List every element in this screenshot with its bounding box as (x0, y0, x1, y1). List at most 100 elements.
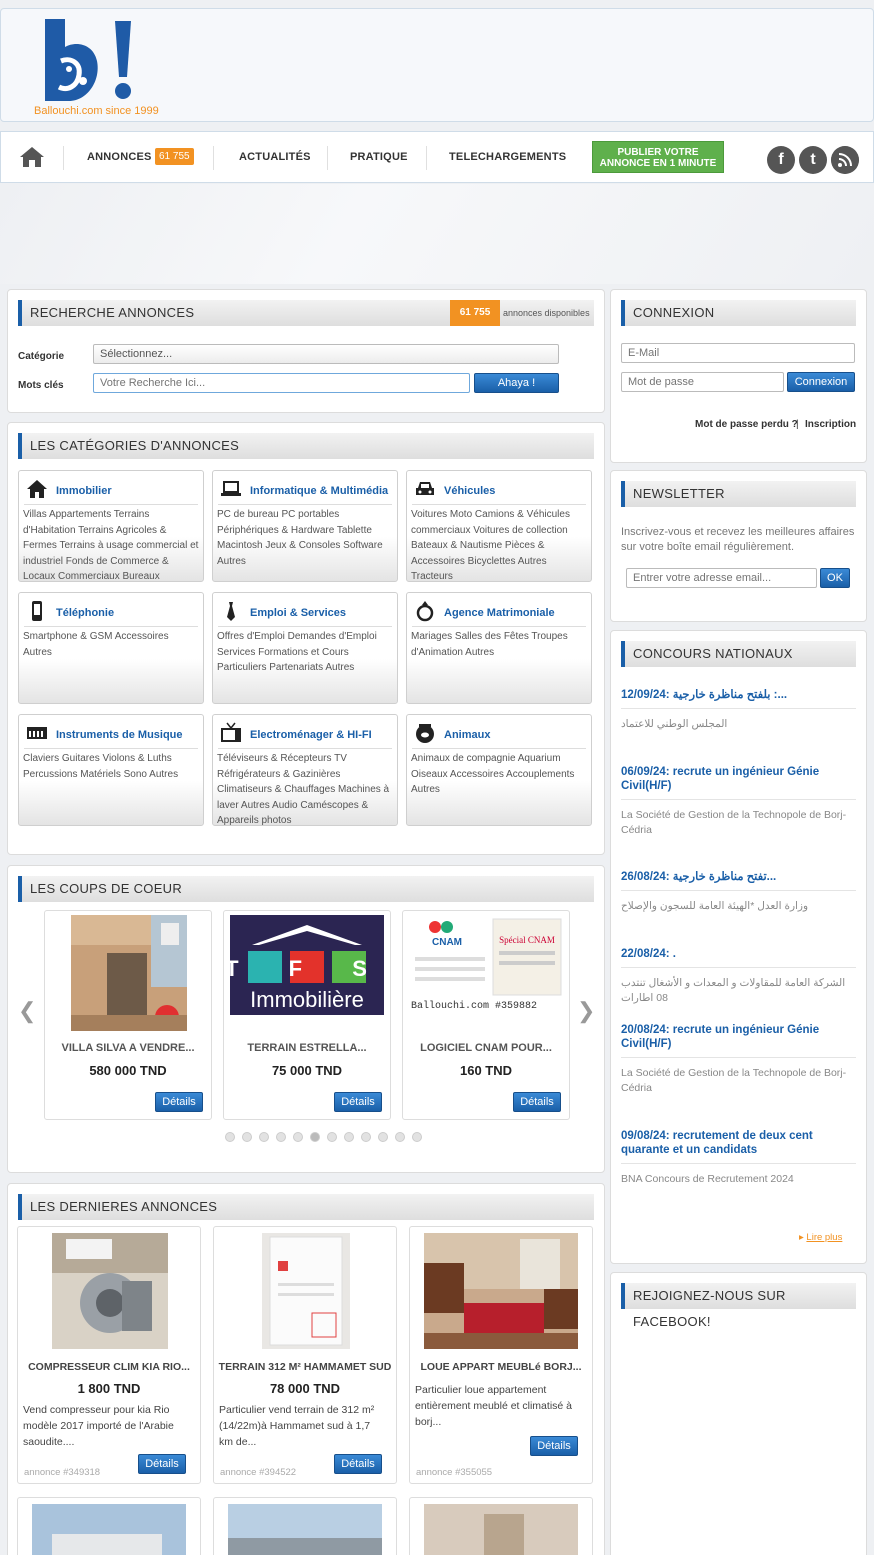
search-button[interactable]: Ahaya ! (474, 373, 559, 393)
carousel-dot[interactable] (327, 1132, 337, 1142)
facebook-icon[interactable]: f (767, 146, 795, 174)
concours-item-title[interactable]: 06/09/24: recrute un ingénieur Génie Civ… (621, 765, 856, 793)
concours-item[interactable]: 12/09/24: بلفتح مناظرة خارجية :... المجل… (621, 688, 856, 732)
cnam-software-image[interactable]: CNAM Spécial CNAM Ballouchi.com #359882 (407, 915, 565, 1015)
newsletter-ok-button[interactable]: OK (820, 568, 850, 588)
rss-icon[interactable] (831, 146, 859, 174)
concours-item-title[interactable]: 22/08/24: . (621, 947, 856, 961)
category-card-emploi[interactable]: Emploi & Services Offres d'Emploi Demand… (212, 592, 398, 704)
keywords-input[interactable] (93, 373, 470, 393)
newsletter-email-input[interactable] (626, 568, 817, 588)
category-links[interactable]: Animaux de compagnie Aquarium Oiseaux Ac… (411, 751, 587, 798)
category-card-matrimoniale[interactable]: Agence Matrimoniale Mariages Salles des … (406, 592, 592, 704)
villa-photo[interactable] (71, 915, 187, 1031)
category-links[interactable]: Smartphone & GSM Accessoires Autres (23, 629, 199, 660)
category-name[interactable]: Emploi & Services (250, 607, 346, 619)
coup-card[interactable]: T F S Immobilière TERRAIN ESTRELLA... 75… (223, 910, 391, 1120)
coup-title[interactable]: TERRAIN ESTRELLA... (224, 1042, 390, 1054)
category-name[interactable]: Agence Matrimoniale (444, 607, 555, 619)
category-links[interactable]: Téléviseurs & Récepteurs TV Réfrigérateu… (217, 751, 393, 825)
terrain-document-photo[interactable] (262, 1233, 350, 1349)
twitter-icon[interactable]: t (799, 146, 827, 174)
concours-item[interactable]: 06/09/24: recrute un ingénieur Génie Civ… (621, 765, 856, 838)
carousel-dot[interactable] (259, 1132, 269, 1142)
ad-card[interactable] (17, 1497, 201, 1555)
coup-title[interactable]: LOGICIEL CNAM POUR... (403, 1042, 569, 1054)
email-field[interactable] (621, 343, 855, 363)
details-button[interactable]: Détails (513, 1092, 561, 1112)
carousel-dot[interactable] (293, 1132, 303, 1142)
vehicle-photo[interactable] (32, 1504, 186, 1555)
category-name[interactable]: Instruments de Musique (56, 729, 183, 741)
ad-title[interactable]: COMPRESSEUR CLIM KIA RIO... (18, 1361, 200, 1373)
appartment-photo[interactable] (424, 1233, 578, 1349)
category-card-immobilier[interactable]: Immobilier Villas Appartements Terrains … (18, 470, 204, 582)
home-icon[interactable] (19, 145, 45, 169)
carousel-next-icon[interactable]: ❯ (577, 998, 595, 1024)
concours-item-title[interactable]: 26/08/24: تفتح مناظرة خارجية... (621, 870, 856, 884)
nav-annonces[interactable]: ANNONCES (87, 151, 152, 163)
category-card-telephonie[interactable]: Téléphonie Smartphone & GSM Accessoires … (18, 592, 204, 704)
login-button[interactable]: Connexion (787, 372, 855, 392)
concours-item-title[interactable]: 12/09/24: بلفتح مناظرة خارجية :... (621, 688, 856, 702)
details-button[interactable]: Détails (530, 1436, 578, 1456)
carousel-dot[interactable] (310, 1132, 320, 1142)
details-button[interactable]: Détails (334, 1092, 382, 1112)
category-links[interactable]: Mariages Salles des Fêtes Troupes d'Anim… (411, 629, 587, 660)
interior-photo[interactable] (424, 1504, 578, 1555)
tfs-immobiliere-logo[interactable]: T F S Immobilière (230, 915, 384, 1015)
lost-password-link[interactable]: Mot de passe perdu ? (695, 419, 798, 430)
details-button[interactable]: Détails (334, 1454, 382, 1474)
concours-item[interactable]: 26/08/24: تفتح مناظرة خارجية... وزارة ال… (621, 870, 856, 914)
category-name[interactable]: Electroménager & HI-FI (250, 729, 372, 741)
category-card-animaux[interactable]: Animaux Animaux de compagnie Aquarium Oi… (406, 714, 592, 826)
category-name[interactable]: Téléphonie (56, 607, 114, 619)
category-links[interactable]: Villas Appartements Terrains d'Habitatio… (23, 507, 199, 581)
ad-card[interactable] (213, 1497, 397, 1555)
password-field[interactable] (621, 372, 784, 392)
carousel-dot[interactable] (412, 1132, 422, 1142)
carousel-dot[interactable] (242, 1132, 252, 1142)
property-photo[interactable] (228, 1504, 382, 1555)
coup-card[interactable]: VILLA SILVA A VENDRE... 580 000 TND Déta… (44, 910, 212, 1120)
ballouchi-logo[interactable] (41, 17, 141, 105)
compressor-photo[interactable] (52, 1233, 168, 1349)
category-select[interactable]: Sélectionnez... (93, 344, 559, 364)
ad-title[interactable]: LOUE APPART MEUBLé BORJ... (410, 1361, 592, 1373)
publish-ad-button[interactable]: PUBLIER VOTRE ANNONCE EN 1 MINUTE (592, 141, 724, 173)
ad-card[interactable] (409, 1497, 593, 1555)
concours-item[interactable]: 20/08/24: recrute un ingénieur Génie Civ… (621, 1023, 856, 1096)
carousel-dot[interactable] (225, 1132, 235, 1142)
coup-title[interactable]: VILLA SILVA A VENDRE... (45, 1042, 211, 1054)
carousel-dot[interactable] (344, 1132, 354, 1142)
read-more-link[interactable]: ▸ Lire plus (799, 1232, 842, 1243)
concours-item[interactable]: 09/08/24: recrutement de deux cent quara… (621, 1129, 856, 1187)
carousel-prev-icon[interactable]: ❮ (18, 998, 36, 1024)
nav-pratique[interactable]: PRATIQUE (350, 151, 408, 163)
concours-item-title[interactable]: 09/08/24: recrutement de deux cent quara… (621, 1129, 856, 1157)
concours-item[interactable]: 22/08/24: . الشركة العامة للمقاولات و ال… (621, 947, 856, 1006)
read-more-label[interactable]: Lire plus (806, 1232, 842, 1243)
category-name[interactable]: Véhicules (444, 485, 495, 497)
category-card-informatique[interactable]: Informatique & Multimédia PC de bureau P… (212, 470, 398, 582)
nav-actualites[interactable]: ACTUALITÉS (239, 151, 311, 163)
details-button[interactable]: Détails (138, 1454, 186, 1474)
ad-card[interactable]: TERRAIN 312 M² HAMMAMET SUD 78 000 TND P… (213, 1226, 397, 1484)
category-card-musique[interactable]: Instruments de Musique Claviers Guitares… (18, 714, 204, 826)
carousel-dot[interactable] (395, 1132, 405, 1142)
concours-item-title[interactable]: 20/08/24: recrute un ingénieur Génie Civ… (621, 1023, 856, 1051)
carousel-dot[interactable] (378, 1132, 388, 1142)
category-links[interactable]: PC de bureau PC portables Périphériques … (217, 507, 393, 569)
category-card-electromenager[interactable]: Electroménager & HI-FI Téléviseurs & Réc… (212, 714, 398, 826)
nav-telechargements[interactable]: TELECHARGEMENTS (449, 151, 566, 163)
category-name[interactable]: Immobilier (56, 485, 112, 497)
category-name[interactable]: Informatique & Multimédia (250, 485, 388, 497)
signup-link[interactable]: Inscription (805, 419, 856, 430)
carousel-dot[interactable] (276, 1132, 286, 1142)
category-links[interactable]: Voitures Moto Camions & Véhicules commer… (411, 507, 587, 581)
category-links[interactable]: Offres d'Emploi Demandes d'Emploi Servic… (217, 629, 393, 676)
ad-card[interactable]: LOUE APPART MEUBLé BORJ... Particulier l… (409, 1226, 593, 1484)
carousel-dot[interactable] (361, 1132, 371, 1142)
category-card-vehicules[interactable]: Véhicules Voitures Moto Camions & Véhicu… (406, 470, 592, 582)
category-name[interactable]: Animaux (444, 729, 490, 741)
